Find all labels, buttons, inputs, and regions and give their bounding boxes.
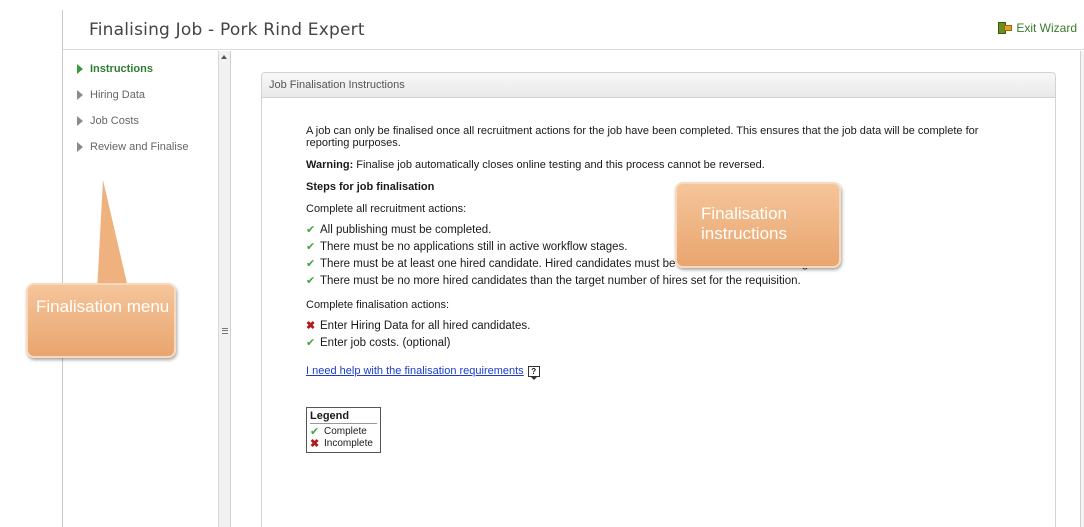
- scroll-up-icon[interactable]: [221, 55, 227, 59]
- list-item-text: There must be no more hired candidates t…: [320, 274, 801, 287]
- title-bar: Finalising Job - Pork Rind Expert Exit W…: [63, 10, 1084, 50]
- sidebar-item-label: Hiring Data: [90, 89, 146, 101]
- legend-complete-label: Complete: [324, 426, 367, 437]
- sidebar-item-job-costs[interactable]: Job Costs: [63, 108, 218, 134]
- legend-incomplete: ✖ Incomplete: [310, 438, 377, 450]
- check-icon: ✔: [306, 337, 316, 349]
- sidebar-item-hiring-data[interactable]: Hiring Data: [63, 82, 218, 108]
- panel-body: A job can only be finalised once all rec…: [262, 98, 1022, 453]
- legend-box: Legend ✔ Complete ✖ Incomplete: [306, 407, 381, 453]
- right-scrollbar[interactable]: [1080, 51, 1084, 527]
- cross-icon: ✖: [306, 320, 316, 332]
- list-item: ✖ Enter Hiring Data for all hired candid…: [306, 317, 1022, 334]
- recruitment-actions-list: ✔ All publishing must be completed. ✔ Th…: [306, 221, 1022, 289]
- warning-text: Warning: Finalise job automatically clos…: [306, 159, 1006, 171]
- list-item: ✔ Enter job costs. (optional): [306, 334, 1022, 351]
- exit-wizard-label: Exit Wizard: [1016, 21, 1077, 35]
- help-row: I need help with the finalisation requir…: [306, 365, 1022, 380]
- sidebar-item-label: Review and Finalise: [90, 141, 189, 153]
- warning-label: Warning:: [306, 159, 354, 171]
- sidebar-item-label: Instructions: [90, 63, 153, 75]
- help-link[interactable]: I need help with the finalisation requir…: [306, 365, 524, 377]
- warning-body: Finalise job automatically closes online…: [353, 159, 765, 171]
- triangle-right-icon: [77, 90, 83, 100]
- panel-title: Job Finalisation Instructions: [262, 73, 1055, 98]
- wizard-frame: Finalising Job - Pork Rind Expert Exit W…: [62, 10, 1084, 527]
- triangle-right-icon: [77, 116, 83, 126]
- list-item: ✔ There must be no more hired candidates…: [306, 272, 1022, 289]
- check-icon: ✔: [306, 275, 316, 287]
- splitter-grip-icon[interactable]: [222, 328, 228, 334]
- triangle-right-icon: [77, 64, 83, 74]
- cross-icon: ✖: [310, 438, 320, 450]
- check-icon: ✔: [306, 258, 316, 270]
- callout-finalisation-menu: Finalisation menu: [26, 283, 176, 358]
- list-item: ✔ There must be no applications still in…: [306, 238, 1022, 255]
- list-item: ✔ There must be at least one hired candi…: [306, 255, 1022, 272]
- main-content: Job Finalisation Instructions A job can …: [231, 51, 1084, 527]
- intro-text: A job can only be finalised once all rec…: [306, 125, 979, 149]
- list-item-text: Enter job costs. (optional): [320, 336, 451, 349]
- sidebar-item-label: Job Costs: [90, 115, 139, 127]
- check-icon: ✔: [306, 241, 316, 253]
- help-bubble-icon[interactable]: ?: [527, 365, 540, 380]
- steps-heading: Steps for job finalisation: [306, 181, 435, 193]
- page-title: Finalising Job - Pork Rind Expert: [89, 20, 365, 40]
- finalisation-heading: Complete finalisation actions:: [306, 299, 450, 311]
- triangle-right-icon: [77, 142, 83, 152]
- sidebar-item-instructions[interactable]: Instructions: [63, 56, 218, 82]
- exit-wizard-button[interactable]: Exit Wizard: [998, 21, 1077, 35]
- check-icon: ✔: [310, 426, 320, 438]
- list-item-text: Enter Hiring Data for all hired candidat…: [320, 319, 531, 332]
- callout-finalisation-instructions: Finalisation instructions: [675, 182, 841, 268]
- pane-splitter[interactable]: [219, 51, 231, 527]
- list-item-text: All publishing must be completed.: [320, 223, 492, 236]
- legend-title: Legend: [310, 410, 377, 424]
- check-icon: ✔: [306, 224, 316, 236]
- recruitment-heading: Complete all recruitment actions:: [306, 203, 467, 215]
- finalisation-actions-list: ✖ Enter Hiring Data for all hired candid…: [306, 317, 1022, 351]
- exit-door-icon: [998, 22, 1013, 34]
- list-item: ✔ All publishing must be completed.: [306, 221, 1022, 238]
- legend-incomplete-label: Incomplete: [324, 438, 373, 449]
- instructions-panel: Job Finalisation Instructions A job can …: [261, 72, 1056, 527]
- sidebar-item-review-and-finalise[interactable]: Review and Finalise: [63, 134, 218, 160]
- legend-complete: ✔ Complete: [310, 426, 377, 438]
- callout-pointer: [97, 180, 129, 292]
- list-item-text: There must be no applications still in a…: [320, 240, 628, 253]
